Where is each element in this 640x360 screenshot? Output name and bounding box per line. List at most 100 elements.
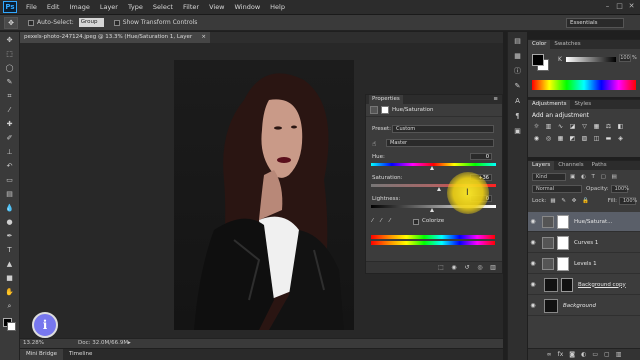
info-panel-icon[interactable]: ⓘ bbox=[512, 66, 524, 77]
hand-tool-icon[interactable]: ✋ bbox=[3, 286, 17, 298]
selective-color-icon[interactable]: ◈ bbox=[616, 134, 625, 143]
brightness-icon[interactable]: ☼ bbox=[532, 122, 541, 131]
curves-icon[interactable]: ∿ bbox=[556, 122, 565, 131]
posterize-icon[interactable]: ▨ bbox=[580, 134, 589, 143]
layer-name[interactable]: Curves 1 bbox=[574, 240, 598, 246]
add-mask-icon[interactable]: ◙ bbox=[569, 351, 575, 358]
layer-filter-icons[interactable]: ▣ ◐ T ▢ ▤ bbox=[570, 174, 619, 180]
pen-tool-icon[interactable]: ✒ bbox=[3, 230, 17, 242]
paragraph-panel-icon[interactable]: ¶ bbox=[512, 111, 524, 122]
layer-mask-thumbnail[interactable] bbox=[557, 235, 569, 250]
zoom-tool-icon[interactable]: ⌕ bbox=[3, 300, 17, 312]
color-swatches[interactable] bbox=[0, 316, 19, 340]
opacity-field[interactable]: 100% bbox=[610, 185, 629, 193]
black-white-icon[interactable]: ◧ bbox=[616, 122, 625, 131]
layer-row[interactable]: ◉ Curves 1 bbox=[528, 233, 640, 253]
stamp-tool-icon[interactable]: ⊥ bbox=[3, 146, 17, 158]
hue-slider-thumb[interactable] bbox=[430, 166, 434, 170]
gradient-tool-icon[interactable]: ▤ bbox=[3, 188, 17, 200]
photo-filter-icon[interactable]: ◉ bbox=[532, 134, 541, 143]
layer-name[interactable]: Levels 1 bbox=[574, 261, 597, 267]
visibility-eye-icon[interactable]: ◉ bbox=[528, 218, 538, 225]
link-layers-icon[interactable]: ∞ bbox=[547, 351, 552, 358]
zoom-level[interactable]: 13.28% bbox=[23, 339, 44, 348]
lock-icons[interactable]: ▦ ✎ ✥ 🔒 bbox=[550, 198, 591, 204]
threshold-icon[interactable]: ◫ bbox=[592, 134, 601, 143]
color-lookup-icon[interactable]: ▦ bbox=[556, 134, 565, 143]
panel-menu-icon[interactable]: ≡ bbox=[493, 95, 502, 104]
close-icon[interactable]: ✕ bbox=[627, 2, 636, 11]
minimize-icon[interactable]: – bbox=[603, 2, 612, 11]
foreground-color-swatch[interactable] bbox=[532, 54, 544, 66]
workspace-dropdown[interactable]: Essentials bbox=[566, 18, 624, 28]
marquee-tool-icon[interactable]: ⬚ bbox=[3, 48, 17, 60]
tab-swatches[interactable]: Swatches bbox=[550, 40, 584, 49]
channel-mixer-icon[interactable]: ◎ bbox=[544, 134, 553, 143]
menu-select[interactable]: Select bbox=[148, 3, 178, 11]
tab-adjustments[interactable]: Adjustments bbox=[528, 100, 571, 109]
reset-icon[interactable]: ↺ bbox=[463, 264, 471, 272]
menu-help[interactable]: Help bbox=[265, 3, 290, 11]
shape-tool-icon[interactable]: ■ bbox=[3, 272, 17, 284]
layer-name[interactable]: Hue/Saturat... bbox=[574, 219, 612, 225]
saturation-slider-thumb[interactable] bbox=[437, 187, 441, 191]
blur-tool-icon[interactable]: 💧 bbox=[3, 202, 17, 214]
tab-styles[interactable]: Styles bbox=[570, 100, 595, 109]
delete-layer-icon[interactable]: ▥ bbox=[616, 351, 622, 358]
lasso-tool-icon[interactable]: ◯ bbox=[3, 62, 17, 74]
menu-file[interactable]: File bbox=[21, 3, 42, 11]
hue-saturation-icon[interactable]: ▦ bbox=[592, 122, 601, 131]
channel-dropdown[interactable]: Master bbox=[386, 139, 494, 147]
layer-mask-thumbnail[interactable] bbox=[557, 214, 569, 229]
layer-row[interactable]: ◉ Background copy bbox=[528, 275, 640, 295]
blend-mode-dropdown[interactable]: Normal bbox=[532, 185, 582, 193]
tab-timeline[interactable]: Timeline bbox=[63, 349, 98, 360]
status-menu-icon[interactable]: ▸ bbox=[128, 339, 131, 348]
layer-name[interactable]: Background copy bbox=[578, 282, 626, 288]
lightness-slider-thumb[interactable] bbox=[430, 208, 434, 212]
crop-tool-icon[interactable]: ⌗ bbox=[3, 90, 17, 102]
properties-panel-icon[interactable]: ▦ bbox=[512, 51, 524, 62]
close-document-icon[interactable]: × bbox=[201, 32, 206, 43]
new-layer-icon[interactable]: ▢ bbox=[604, 351, 610, 358]
menu-view[interactable]: View bbox=[204, 3, 229, 11]
layer-mask-thumbnail[interactable] bbox=[557, 256, 569, 271]
background-color-swatch[interactable] bbox=[7, 322, 16, 331]
eyedropper-icons[interactable]: ⁄ ⁄ ⁄ bbox=[372, 218, 393, 224]
preset-dropdown[interactable]: Custom bbox=[392, 125, 494, 133]
exposure-icon[interactable]: ◪ bbox=[568, 122, 577, 131]
character-panel-icon[interactable]: A bbox=[512, 96, 524, 107]
eraser-tool-icon[interactable]: ▭ bbox=[3, 174, 17, 186]
layer-row[interactable]: ◉ Levels 1 bbox=[528, 254, 640, 274]
auto-select-checkbox[interactable] bbox=[28, 19, 34, 26]
mask-icon[interactable] bbox=[381, 106, 389, 114]
visibility-eye-icon[interactable]: ◉ bbox=[528, 239, 538, 246]
layer-name[interactable]: Background bbox=[563, 303, 596, 309]
transform-controls-checkbox[interactable] bbox=[113, 19, 120, 26]
document-tab[interactable]: pexels-photo-247124.jpeg @ 13.3% (Hue/Sa… bbox=[20, 32, 210, 51]
path-select-tool-icon[interactable]: ▲ bbox=[3, 258, 17, 270]
menu-window[interactable]: Window bbox=[230, 3, 266, 11]
layer-kind-dropdown[interactable]: Kind bbox=[532, 173, 566, 181]
color-spectrum[interactable] bbox=[532, 80, 636, 90]
move-tool-icon[interactable]: ✥ bbox=[4, 16, 18, 29]
type-tool-icon[interactable]: T bbox=[3, 244, 17, 256]
colorize-checkbox[interactable] bbox=[413, 219, 419, 225]
layer-mask-thumbnail[interactable] bbox=[561, 277, 573, 292]
auto-select-dropdown[interactable]: Group bbox=[78, 18, 104, 27]
maximize-icon[interactable]: □ bbox=[615, 2, 624, 11]
menu-image[interactable]: Image bbox=[64, 3, 94, 11]
k-channel-slider[interactable] bbox=[566, 57, 616, 62]
move-tool-icon[interactable]: ✥ bbox=[3, 34, 17, 46]
vibrance-icon[interactable]: ▽ bbox=[580, 122, 589, 131]
visibility-icon[interactable]: ◎ bbox=[476, 264, 484, 272]
visibility-eye-icon[interactable]: ◉ bbox=[528, 302, 538, 309]
fill-field[interactable]: 100% bbox=[619, 197, 637, 205]
eyedropper-tool-icon[interactable]: ⁄ bbox=[3, 104, 17, 116]
view-previous-icon[interactable]: ◉ bbox=[450, 264, 458, 272]
history-brush-tool-icon[interactable]: ↶ bbox=[3, 160, 17, 172]
tab-layers[interactable]: Layers bbox=[528, 161, 555, 170]
visibility-eye-icon[interactable]: ◉ bbox=[528, 260, 538, 267]
brush-tool-icon[interactable]: ✐ bbox=[3, 132, 17, 144]
history-panel-icon[interactable]: ▤ bbox=[512, 36, 524, 47]
